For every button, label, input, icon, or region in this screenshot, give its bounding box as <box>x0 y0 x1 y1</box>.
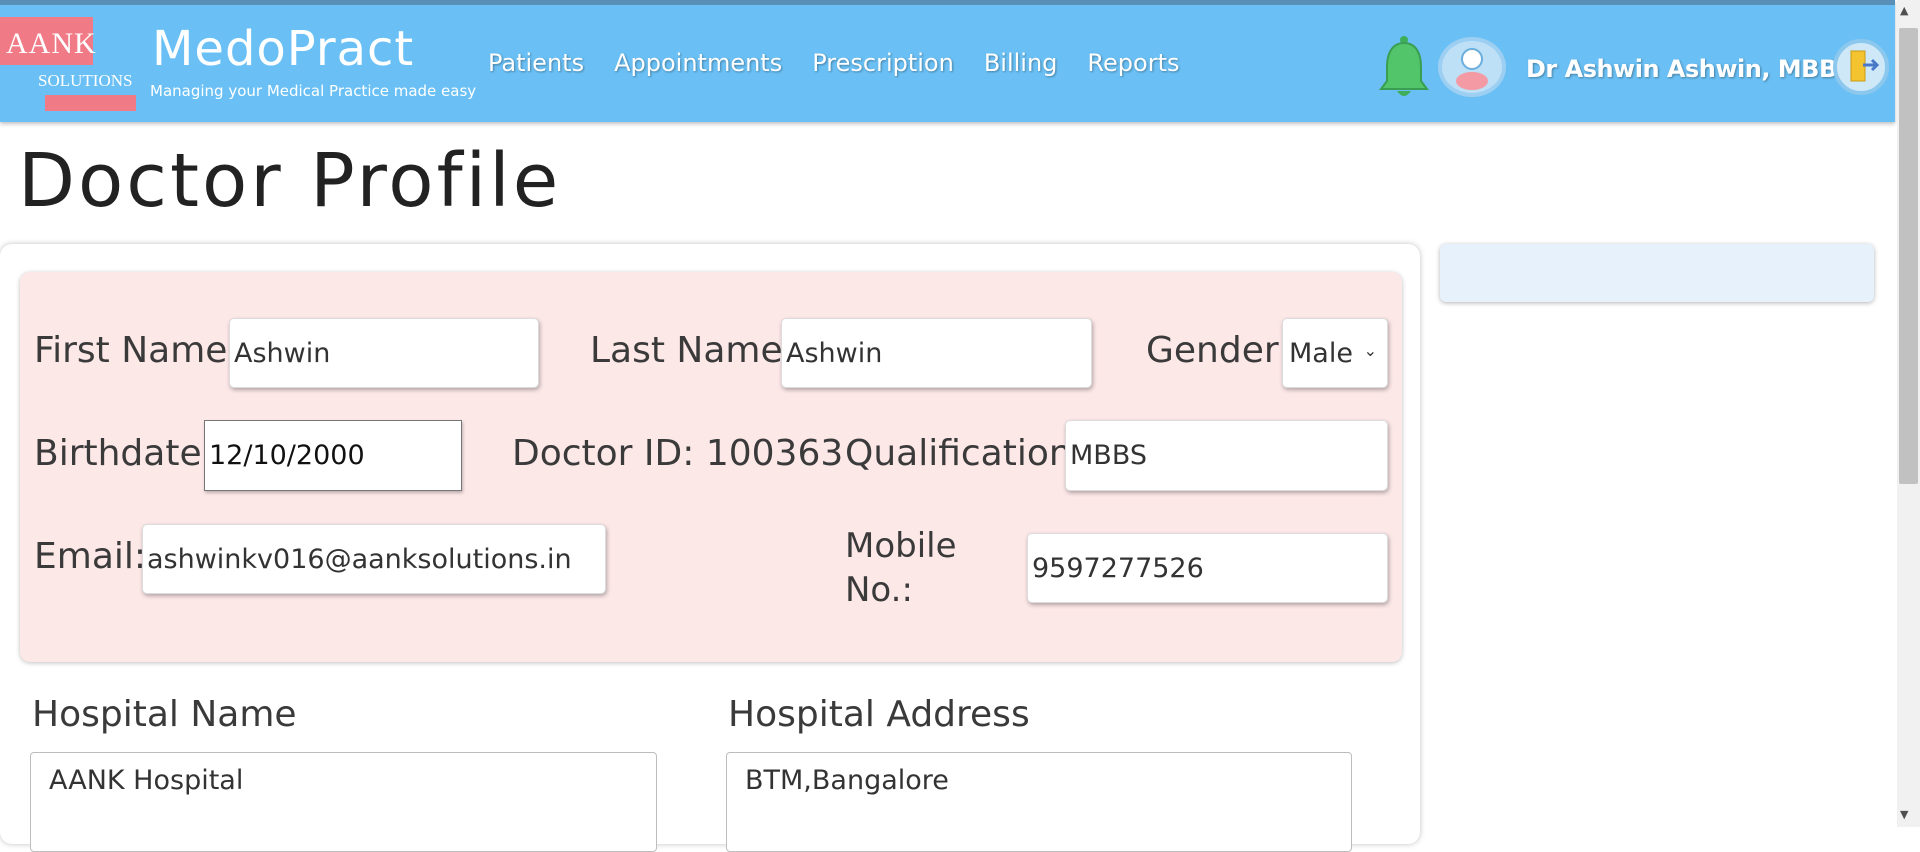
qualification-input[interactable]: MBBS <box>1065 420 1388 491</box>
gender-select[interactable]: Male ⌄ <box>1282 318 1388 388</box>
birthdate-input[interactable]: 12/10/2000 <box>204 420 462 491</box>
doctor-id-text: Doctor ID: 100363 <box>512 433 844 474</box>
mobile-input[interactable]: 9597277526 <box>1027 533 1388 603</box>
birthdate-label: Birthdate: <box>34 433 214 474</box>
page-title: Doctor Profile <box>18 138 562 224</box>
top-header: AANK SOLUTIONS MedoPract Managing your M… <box>0 0 1895 122</box>
side-info-card <box>1440 244 1874 302</box>
scroll-up-icon[interactable]: ▲ <box>1900 4 1908 17</box>
nav-appointments[interactable]: Appointments <box>614 49 782 77</box>
bell-icon[interactable] <box>1378 35 1430 101</box>
logo-text: AANK <box>6 27 97 60</box>
first-name-input[interactable]: Ashwin <box>229 318 539 388</box>
mobile-label-line1: Mobile <box>845 526 957 566</box>
gender-label: Gender: <box>1146 330 1291 371</box>
nav-reports[interactable]: Reports <box>1087 49 1179 77</box>
nav-prescription[interactable]: Prescription <box>812 49 954 77</box>
logged-in-user-name[interactable]: Dr Ashwin Ashwin, MBBS <box>1526 55 1854 83</box>
mobile-label: Mobile No.: <box>845 524 957 612</box>
email-input[interactable]: ashwinkv016@aanksolutions.in <box>142 524 606 594</box>
gender-select-value: Male <box>1289 337 1353 369</box>
nav-patients[interactable]: Patients <box>488 49 584 77</box>
scrollbar-thumb[interactable] <box>1899 28 1918 484</box>
brand-tagline: Managing your Medical Practice made easy <box>150 82 477 100</box>
logo-subtext: SOLUTIONS <box>38 71 133 90</box>
scroll-down-icon[interactable]: ▼ <box>1900 808 1908 821</box>
main-nav: Patients Appointments Prescription Billi… <box>488 49 1179 77</box>
qualification-label: Qualification: <box>845 433 1084 474</box>
hospital-address-label: Hospital Address <box>728 694 1030 735</box>
email-label: Email: <box>34 536 147 577</box>
brand-name[interactable]: MedoPract <box>152 21 414 77</box>
company-logo[interactable]: AANK SOLUTIONS <box>0 17 136 115</box>
first-name-label: First Name: <box>34 330 240 371</box>
mobile-label-line2: No.: <box>845 570 913 610</box>
nav-billing[interactable]: Billing <box>984 49 1058 77</box>
logout-icon[interactable] <box>1833 39 1889 95</box>
user-avatar-icon[interactable] <box>1438 37 1506 97</box>
hospital-name-input[interactable]: AANK Hospital <box>30 752 657 852</box>
hospital-name-label: Hospital Name <box>32 694 297 735</box>
last-name-input[interactable]: Ashwin <box>781 318 1092 388</box>
last-name-label: Last Name: <box>590 330 795 371</box>
logo-accent-bar <box>45 95 136 111</box>
chevron-down-icon: ⌄ <box>1363 341 1377 360</box>
hospital-address-input[interactable]: BTM,Bangalore <box>726 752 1352 852</box>
